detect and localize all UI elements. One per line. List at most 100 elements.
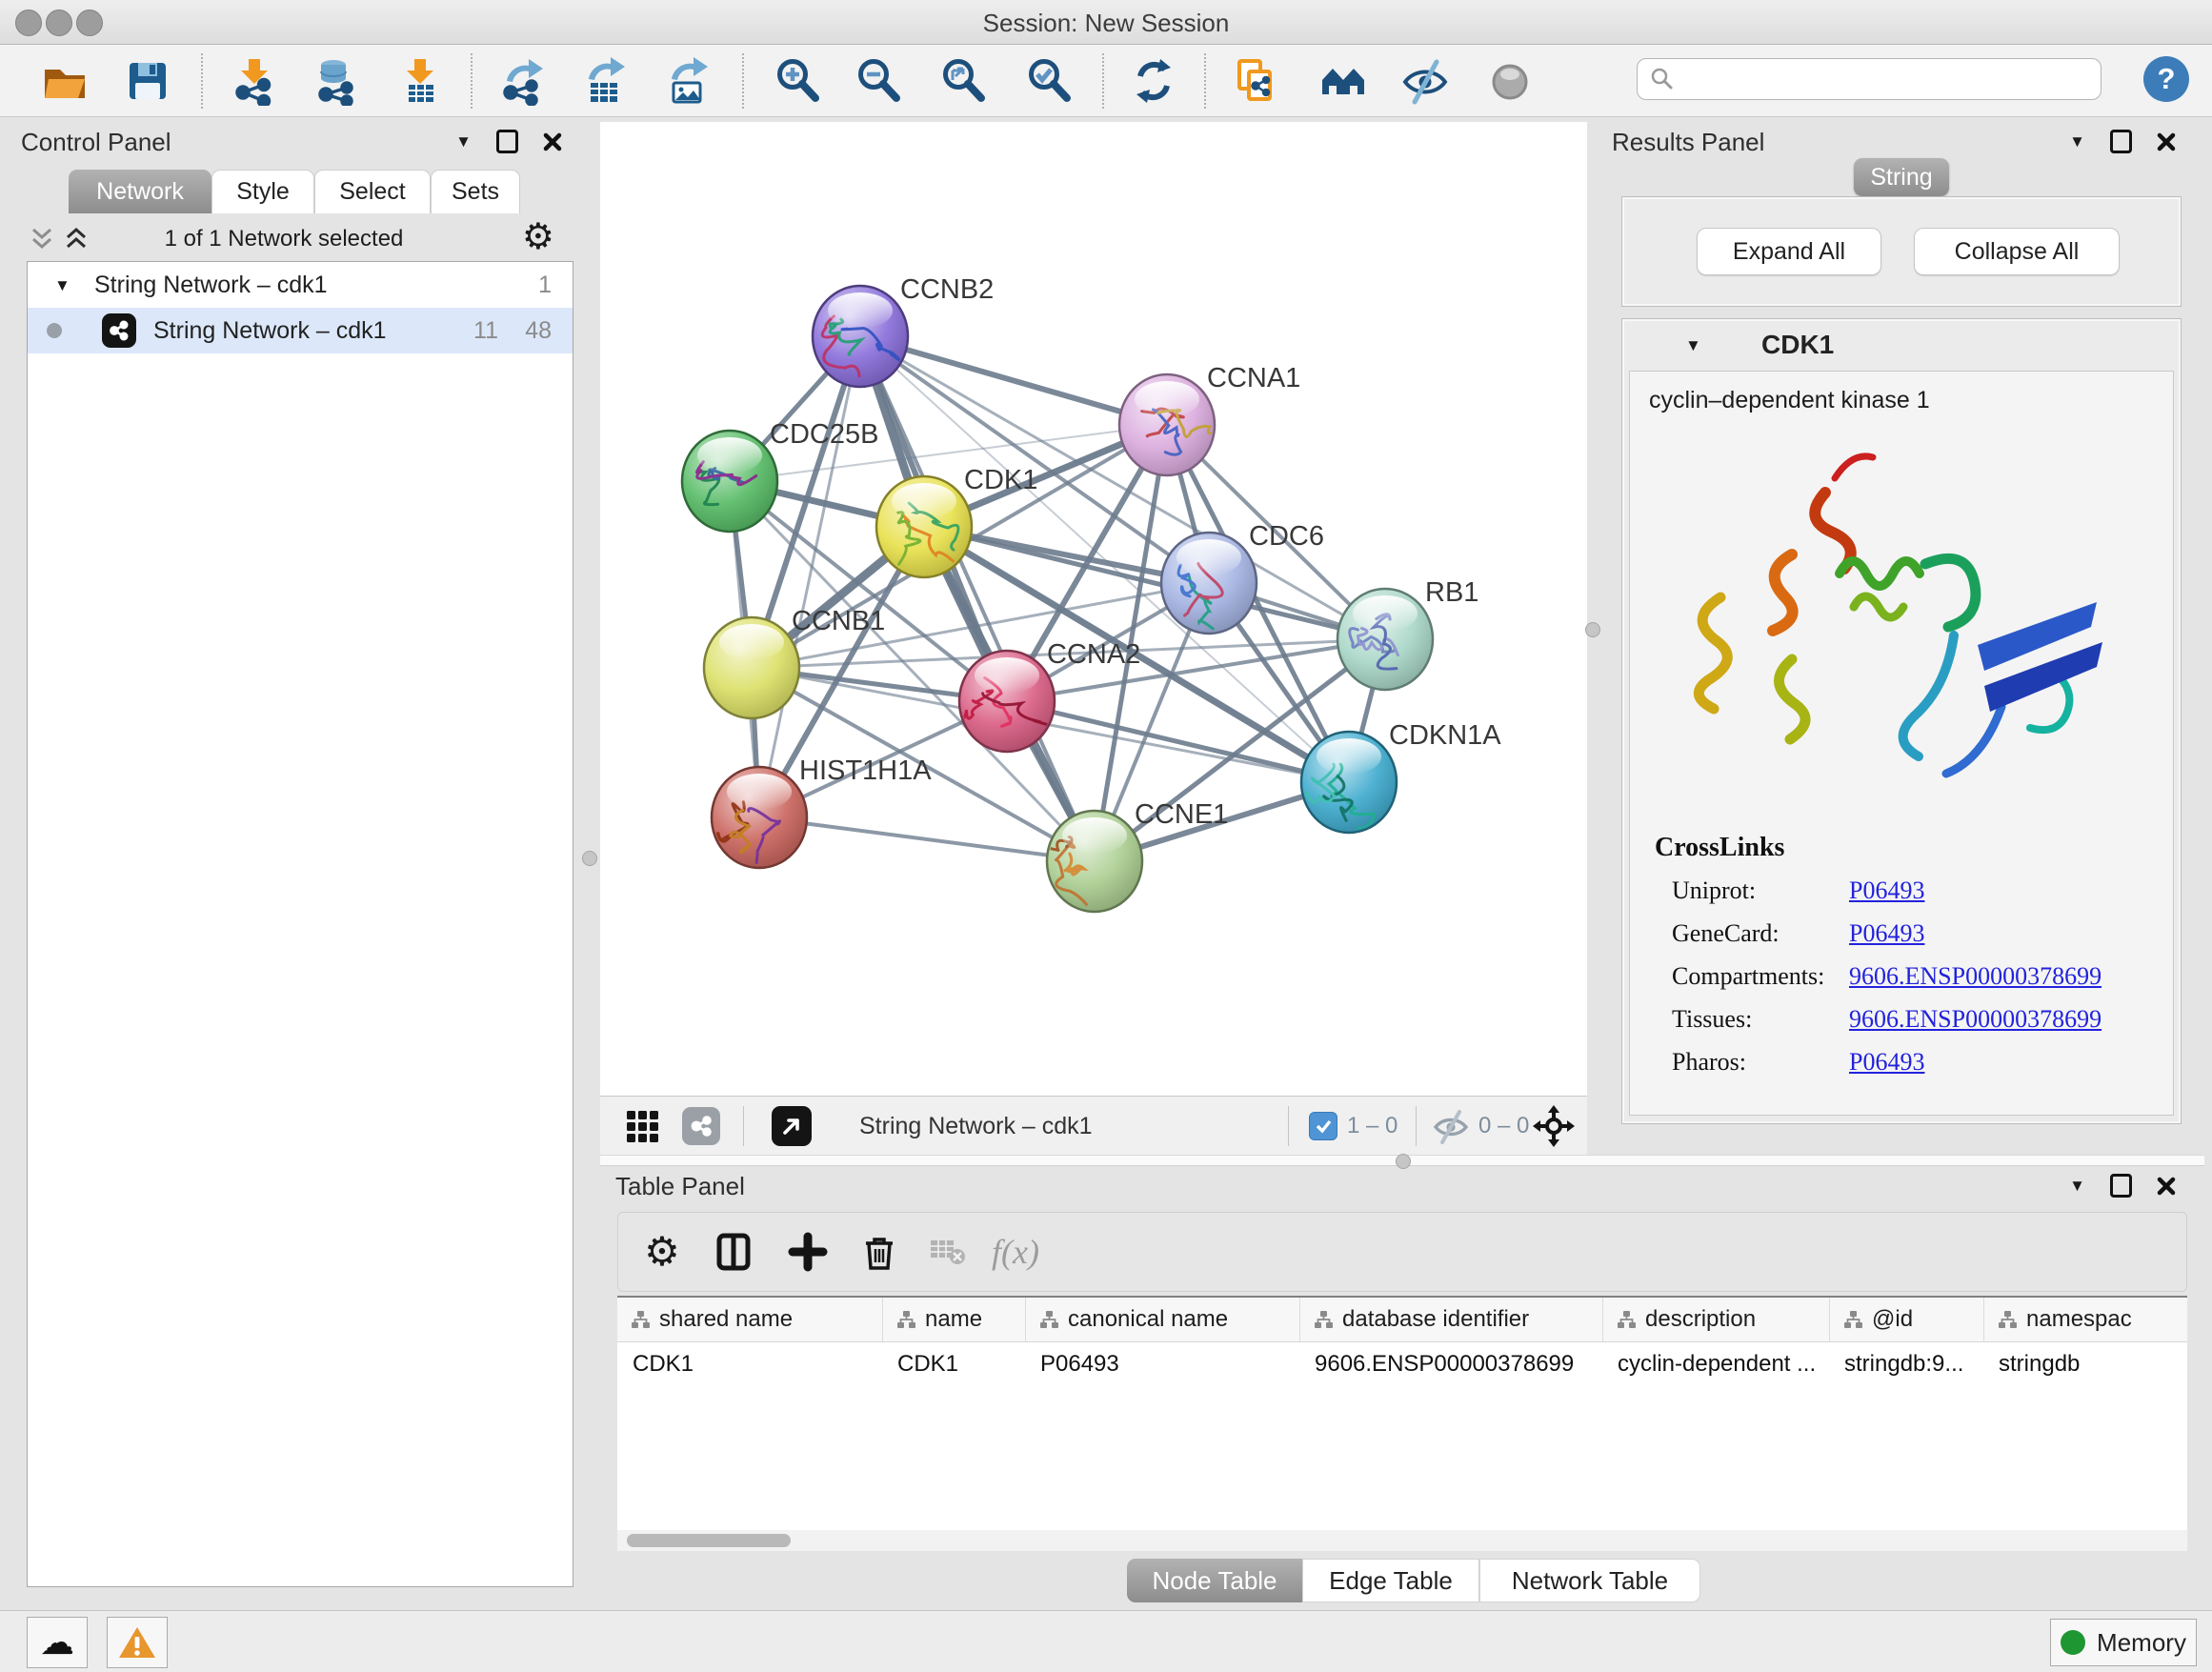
import-table-button[interactable] — [393, 54, 447, 108]
network-node-CCNE1[interactable] — [1028, 811, 1142, 912]
network-node-CCNB1[interactable] — [704, 617, 799, 718]
network-node-CDC25B[interactable] — [682, 431, 777, 532]
detach-view-button[interactable] — [772, 1097, 812, 1156]
memory-button[interactable]: Memory — [2050, 1619, 2197, 1666]
network-share-view-button[interactable] — [682, 1097, 720, 1156]
network-edge-HIST1H1A-CCNE1[interactable] — [759, 817, 1095, 861]
crosslink-value[interactable]: 9606.ENSP00000378699 — [1849, 962, 2101, 990]
open-session-button[interactable] — [38, 54, 91, 108]
houses-button[interactable] — [1317, 54, 1370, 108]
column-header-namespac[interactable]: namespac — [1983, 1298, 2187, 1341]
warnings-button[interactable] — [107, 1617, 168, 1668]
cloud-status-button[interactable]: ☁ — [27, 1617, 88, 1668]
gear-icon[interactable]: ⚙ — [522, 219, 554, 255]
column-header-shared-name[interactable]: shared name — [617, 1298, 882, 1341]
panel-float-icon[interactable] — [2110, 130, 2132, 153]
save-session-button[interactable] — [121, 54, 174, 108]
network-edge-CCNB2-HIST1H1A[interactable] — [759, 336, 860, 817]
tab-edge-table[interactable]: Edge Table — [1302, 1559, 1479, 1602]
clone-network-button[interactable] — [1229, 54, 1282, 108]
column-header-description[interactable]: description — [1602, 1298, 1829, 1341]
network-node-CDKN1A[interactable] — [1301, 732, 1397, 833]
network-node-CDC6[interactable] — [1161, 533, 1257, 634]
tab-sets[interactable]: Sets — [431, 170, 520, 213]
protein-structure-image — [1639, 421, 2163, 821]
tab-network[interactable]: Network — [69, 170, 211, 213]
left-splitter-handle[interactable] — [582, 851, 597, 866]
tab-network-table[interactable]: Network Table — [1479, 1559, 1700, 1602]
zoom-out-button[interactable] — [852, 54, 905, 108]
delete-table-button[interactable] — [919, 1213, 976, 1291]
panel-collapse-icon[interactable]: ▼ — [455, 133, 472, 150]
crosslink-value[interactable]: P06493 — [1849, 1048, 1924, 1076]
zoom-in-button[interactable] — [771, 54, 824, 108]
column-header-name[interactable]: name — [882, 1298, 1025, 1341]
network-node-HIST1H1A[interactable] — [712, 767, 807, 868]
birds-eye-toggle-button[interactable] — [1532, 1097, 1576, 1156]
crosslink-value[interactable]: 9606.ENSP00000378699 — [1849, 1005, 2101, 1033]
panel-close-icon[interactable] — [2157, 132, 2176, 151]
results-panel-title: Results Panel — [1612, 128, 1764, 157]
node-label-CCNA1: CCNA1 — [1207, 363, 1300, 393]
panel-close-icon[interactable] — [543, 132, 562, 151]
expand-all-networks-icon[interactable] — [63, 227, 90, 252]
network-node-CDK1[interactable] — [876, 476, 972, 577]
network-node-CCNB2[interactable] — [813, 286, 908, 387]
section-collapse-icon[interactable]: ▼ — [1685, 337, 1701, 353]
tab-string[interactable]: String — [1854, 158, 1949, 196]
network-row-selected[interactable]: String Network – cdk1 11 48 — [28, 308, 573, 353]
crosslink-value[interactable]: P06493 — [1849, 876, 1924, 904]
node-label-CCNE1: CCNE1 — [1135, 799, 1228, 830]
tab-style[interactable]: Style — [211, 170, 314, 213]
function-builder-button[interactable]: f(x) — [987, 1213, 1044, 1291]
show-hidden-button[interactable] — [1483, 54, 1537, 108]
network-grid-view-button[interactable] — [623, 1097, 661, 1156]
expand-all-button[interactable]: Expand All — [1697, 228, 1881, 275]
scrollbar-thumb[interactable] — [627, 1534, 791, 1547]
save-floppy-icon — [123, 56, 172, 106]
panel-collapse-icon[interactable]: ▼ — [2069, 133, 2085, 150]
panel-float-icon[interactable] — [496, 130, 518, 153]
panel-collapse-icon[interactable]: ▼ — [2069, 1178, 2085, 1194]
tab-node-table[interactable]: Node Table — [1127, 1559, 1302, 1602]
cdk1-section-header[interactable]: ▼ CDK1 — [1622, 319, 2181, 371]
collapse-all-networks-icon[interactable] — [29, 227, 55, 252]
horizontal-splitter[interactable] — [600, 1155, 2204, 1166]
search-input[interactable] — [1674, 65, 2101, 93]
zoom-fit-button[interactable] — [936, 54, 990, 108]
table-row[interactable]: CDK1CDK1P064939606.ENSP00000378699cyclin… — [617, 1342, 2187, 1386]
import-network-file-button[interactable] — [228, 54, 281, 108]
table-horizontal-scrollbar[interactable] — [617, 1530, 2187, 1551]
search-field[interactable] — [1637, 58, 2101, 100]
network-canvas[interactable]: CCNB2CCNA1CDC25BCDK1CDC6RB1CCNB1CCNA2CDK… — [600, 122, 1587, 1096]
panel-close-icon[interactable] — [2157, 1177, 2176, 1196]
tree-expander-icon[interactable]: ▼ — [54, 277, 70, 293]
collapse-all-button[interactable]: Collapse All — [1914, 228, 2120, 275]
network-node-RB1[interactable] — [1337, 589, 1433, 690]
results-panel: Results Panel ▼ String Expand All Collap… — [1599, 122, 2204, 1130]
crosslink-value[interactable]: P06493 — [1849, 919, 1924, 947]
import-network-database-button[interactable] — [309, 54, 362, 108]
panel-float-icon[interactable] — [2110, 1174, 2132, 1198]
export-table-button[interactable] — [577, 54, 631, 108]
column-header-canonical-name[interactable]: canonical name — [1025, 1298, 1299, 1341]
table-settings-button[interactable]: ⚙ — [633, 1213, 691, 1291]
show-columns-button[interactable] — [705, 1213, 762, 1291]
zoom-selected-button[interactable] — [1022, 54, 1076, 108]
help-button[interactable]: ? — [2143, 56, 2189, 102]
tab-select[interactable]: Select — [314, 170, 431, 213]
refresh-button[interactable] — [1127, 54, 1180, 108]
column-header-database-identifier[interactable]: database identifier — [1299, 1298, 1602, 1341]
export-network-button[interactable] — [495, 54, 549, 108]
network-collection-row[interactable]: ▼ String Network – cdk1 1 — [28, 262, 573, 308]
shared-column-icon — [631, 1310, 651, 1330]
node-label-CCNA2: CCNA2 — [1047, 639, 1140, 670]
delete-column-button[interactable] — [851, 1213, 908, 1291]
export-image-button[interactable] — [660, 54, 714, 108]
table-cell: P06493 — [1025, 1342, 1299, 1386]
checkbox-icon[interactable] — [1309, 1112, 1337, 1140]
column-header-@id[interactable]: @id — [1829, 1298, 1983, 1341]
add-column-button[interactable] — [779, 1213, 836, 1291]
hide-selected-button[interactable] — [1398, 54, 1452, 108]
collection-count: 1 — [538, 272, 552, 299]
